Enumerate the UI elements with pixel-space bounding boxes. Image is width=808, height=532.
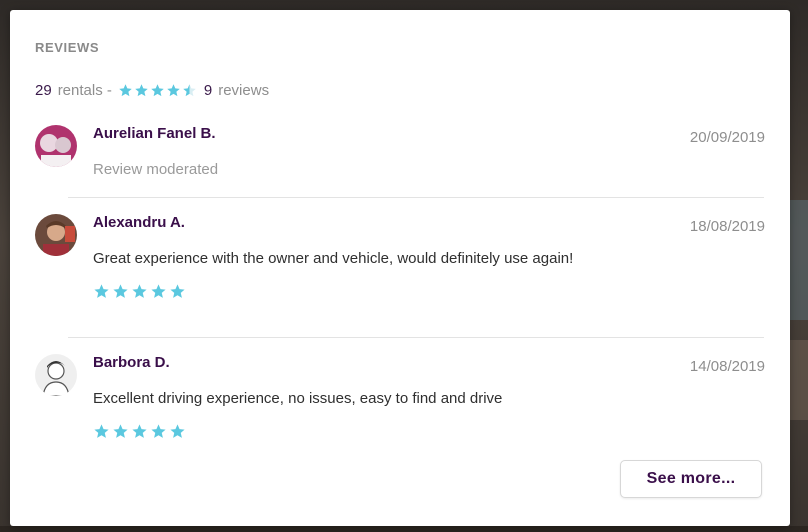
- reviewer-name: Aurelian Fanel B.: [93, 125, 216, 142]
- review-rating-stars: [93, 283, 188, 300]
- reviewer-name: Alexandru A.: [93, 214, 185, 231]
- avatar-photo-icon: [35, 354, 77, 396]
- avatar-photo-icon: [35, 214, 77, 256]
- star-full-icon: [150, 83, 165, 98]
- review-date: 18/08/2019: [689, 218, 765, 235]
- backdrop-content: [790, 200, 808, 320]
- summary-rating-stars: [118, 83, 198, 98]
- star-full-icon: [118, 83, 133, 98]
- star-full-icon: [131, 423, 148, 440]
- review-date: 20/09/2019: [689, 129, 765, 146]
- review-rating-stars: [93, 423, 188, 440]
- star-full-icon: [169, 283, 186, 300]
- avatar-photo-icon: [35, 125, 77, 167]
- star-full-icon: [150, 283, 167, 300]
- rentals-label: rentals -: [57, 81, 112, 99]
- star-full-icon: [169, 423, 186, 440]
- backdrop-content: [0, 526, 808, 532]
- review-date: 14/08/2019: [689, 358, 765, 375]
- see-more-button[interactable]: See more...: [620, 460, 762, 498]
- star-full-icon: [93, 423, 110, 440]
- review-text: Excellent driving experience, no issues,…: [93, 390, 503, 407]
- star-full-icon: [150, 423, 167, 440]
- star-full-icon: [131, 283, 148, 300]
- rating-summary: 29 rentals - 9 reviews: [35, 80, 269, 100]
- section-title: REVIEWS: [35, 40, 100, 55]
- star-full-icon: [134, 83, 149, 98]
- rentals-count: 29: [35, 81, 52, 99]
- backdrop-content: [790, 340, 808, 420]
- star-full-icon: [93, 283, 110, 300]
- reviews-label: reviews: [218, 81, 270, 99]
- review-text: Review moderated: [93, 161, 219, 178]
- reviews-count: 9: [203, 81, 213, 99]
- reviewer-name: Barbora D.: [93, 354, 170, 371]
- star-half-icon: [182, 83, 197, 98]
- review-text: Great experience with the owner and vehi…: [93, 250, 574, 267]
- star-full-icon: [112, 283, 129, 300]
- star-full-icon: [112, 423, 129, 440]
- divider: [68, 197, 764, 198]
- reviews-modal: REVIEWS 29 rentals - 9 reviews Aurelian …: [10, 10, 790, 526]
- star-full-icon: [166, 83, 181, 98]
- divider: [68, 337, 764, 338]
